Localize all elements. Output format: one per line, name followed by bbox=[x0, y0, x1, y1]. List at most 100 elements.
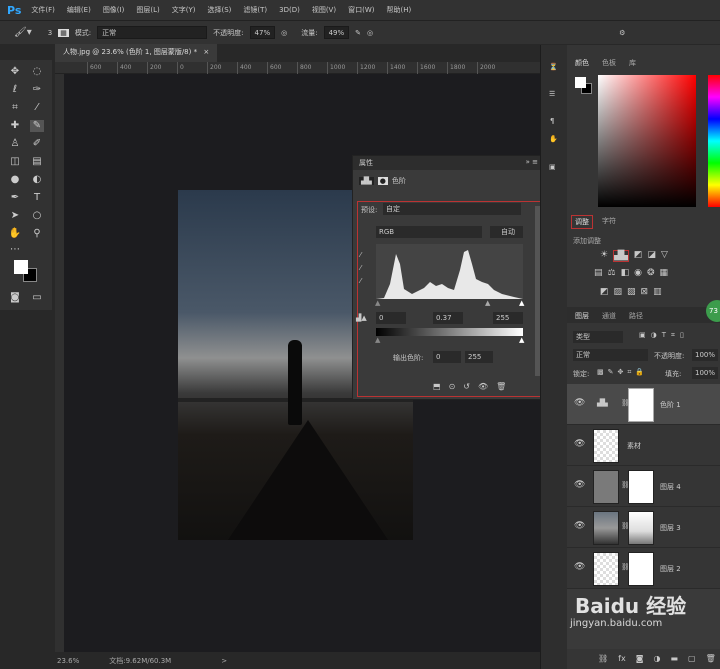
eye-icon[interactable]: 👁 bbox=[574, 439, 585, 449]
layer-name[interactable]: 素材 bbox=[627, 441, 641, 451]
fx-icon[interactable]: fx bbox=[618, 654, 626, 663]
clip-to-layer-icon[interactable]: ⬒ bbox=[433, 382, 441, 391]
foreground-color-swatch[interactable] bbox=[14, 260, 28, 274]
eraser-tool-icon[interactable]: ◫ bbox=[8, 156, 22, 168]
new-group-icon[interactable]: ▬ bbox=[670, 654, 678, 663]
input-gamma-field[interactable]: 0.37 bbox=[433, 312, 463, 324]
menu-type[interactable]: 文字(Y) bbox=[172, 5, 196, 15]
output-black-slider[interactable]: ▲ bbox=[375, 336, 380, 344]
brightness-icon[interactable]: ☀ bbox=[600, 250, 608, 262]
type-tool-icon[interactable]: T bbox=[30, 192, 44, 204]
exposure-icon[interactable]: ◪ bbox=[647, 250, 656, 262]
threshold-icon[interactable]: ▧ bbox=[627, 287, 636, 297]
menu-image[interactable]: 图像(I) bbox=[103, 5, 125, 15]
pressure-opacity-icon[interactable]: ◎ bbox=[281, 29, 287, 37]
add-mask-icon[interactable]: ◙ bbox=[636, 654, 644, 663]
tab-paths[interactable]: 路径 bbox=[629, 311, 643, 321]
screen-mode-icon[interactable]: ▭ bbox=[30, 292, 44, 304]
blur-tool-icon[interactable]: ● bbox=[8, 174, 22, 186]
foreground-color[interactable] bbox=[575, 77, 586, 88]
menu-filter[interactable]: 滤镜(T) bbox=[243, 5, 267, 15]
layer-name[interactable]: 图层 3 bbox=[660, 523, 681, 533]
color-balance-icon[interactable]: ⚖ bbox=[608, 268, 616, 278]
move-tool-icon[interactable]: ✥ bbox=[8, 66, 22, 78]
document-tab[interactable]: 人物.jpg @ 23.6% (色阶 1, 图层蒙版/8) * × bbox=[55, 44, 217, 62]
menu-3d[interactable]: 3D(D) bbox=[279, 6, 300, 14]
layer-mask-thumb[interactable] bbox=[628, 552, 654, 586]
brush-size[interactable]: 3 bbox=[48, 29, 52, 37]
tab-channels[interactable]: 通道 bbox=[602, 311, 616, 321]
pressure-size-icon[interactable]: ◎ bbox=[367, 29, 373, 37]
eye-icon[interactable]: 👁 bbox=[574, 521, 585, 531]
healing-tool-icon[interactable]: ✚ bbox=[8, 120, 22, 132]
panel-menu-icon[interactable]: » ≡ bbox=[526, 158, 538, 166]
crop-tool-icon[interactable]: ⌗ bbox=[8, 102, 22, 114]
gray-eyedropper-icon[interactable]: ⁄ bbox=[360, 264, 361, 272]
layer-name[interactable]: 图层 2 bbox=[660, 564, 681, 574]
vibrance-icon[interactable]: ▽ bbox=[661, 250, 668, 262]
levels-icon[interactable]: ▟▙ bbox=[359, 177, 374, 185]
layer-opacity-input[interactable]: 100% bbox=[692, 349, 718, 361]
menu-window[interactable]: 窗口(W) bbox=[348, 5, 374, 15]
invert-icon[interactable]: ◩ bbox=[600, 287, 609, 297]
delete-layer-icon[interactable]: 🗑 bbox=[706, 654, 716, 663]
layer-row[interactable]: 👁 ▟▙ ⛓ 色阶 1 bbox=[567, 384, 720, 425]
path-select-icon[interactable]: ➤ bbox=[8, 210, 22, 222]
tab-libraries[interactable]: 库 bbox=[629, 58, 636, 68]
mask-icon[interactable]: ● bbox=[378, 177, 388, 185]
tab-swatches[interactable]: 色板 bbox=[602, 58, 616, 68]
input-white-field[interactable]: 255 bbox=[493, 312, 523, 324]
tab-color[interactable]: 颜色 bbox=[575, 58, 589, 68]
properties-icon[interactable]: ☰ bbox=[549, 90, 555, 98]
preset-select[interactable]: 自定 bbox=[383, 203, 521, 215]
layer-mask-thumb[interactable] bbox=[628, 511, 654, 545]
blend-mode-select[interactable]: 正常 bbox=[573, 349, 648, 361]
history-brush-icon[interactable]: ✐ bbox=[30, 138, 44, 150]
tab-adjustments[interactable]: 调整 bbox=[571, 215, 593, 229]
eyedropper-tool-icon[interactable]: ⁄ bbox=[30, 102, 44, 114]
layer-row[interactable]: 👁 素材 bbox=[567, 425, 720, 466]
menu-view[interactable]: 视图(V) bbox=[312, 5, 336, 15]
link-layers-icon[interactable]: ⛓ bbox=[598, 654, 608, 663]
hue-slider[interactable] bbox=[708, 75, 720, 207]
mode-select[interactable]: 正常 bbox=[97, 26, 207, 39]
paragraph-icon[interactable]: ¶ bbox=[550, 117, 554, 125]
color-lookup-icon[interactable]: ▦ bbox=[660, 268, 669, 278]
settings-icon[interactable]: ⚙ bbox=[619, 29, 625, 37]
output-black-field[interactable]: 0 bbox=[433, 351, 461, 363]
color-picker-field[interactable] bbox=[598, 75, 696, 207]
info-icon[interactable]: ▣ bbox=[549, 163, 556, 171]
menu-file[interactable]: 文件(F) bbox=[31, 5, 55, 15]
eye-icon[interactable]: 👁 bbox=[574, 480, 585, 490]
layer-row[interactable]: 👁 ⛓ 图层 3 bbox=[567, 507, 720, 548]
pen-tool-icon[interactable]: ✒ bbox=[8, 192, 22, 204]
tab-layers[interactable]: 图层 bbox=[575, 311, 589, 321]
reset-icon[interactable]: ↺ bbox=[463, 382, 470, 391]
more-tools-icon[interactable]: ⋯ bbox=[8, 244, 22, 256]
ellipse-tool-icon[interactable]: ○ bbox=[30, 210, 44, 222]
menu-layer[interactable]: 图层(L) bbox=[136, 5, 159, 15]
stamp-tool-icon[interactable]: ♙ bbox=[8, 138, 22, 150]
levels-adjust-icon[interactable]: ▟▙ bbox=[613, 250, 629, 262]
zoom-tool-icon[interactable]: ⚲ bbox=[30, 228, 44, 240]
quick-select-tool-icon[interactable]: ✑ bbox=[30, 84, 44, 96]
posterize-icon[interactable]: ▨ bbox=[614, 287, 623, 297]
hue-sat-icon[interactable]: ▤ bbox=[594, 268, 603, 278]
layer-name[interactable]: 色阶 1 bbox=[660, 400, 681, 410]
layer-row[interactable]: 👁 ⛓ 图层 2 bbox=[567, 548, 720, 589]
airbrush-icon[interactable]: ✎ bbox=[355, 29, 361, 37]
hand-tool-icon[interactable]: ✋ bbox=[8, 228, 22, 240]
clip-warning-icon[interactable]: ▟▲ bbox=[356, 314, 367, 322]
black-white-icon[interactable]: ◧ bbox=[621, 268, 630, 278]
fill-input[interactable]: 100% bbox=[692, 367, 718, 379]
brush-preset-icon[interactable]: 🖌▾ bbox=[14, 27, 32, 38]
close-tab-icon[interactable]: × bbox=[203, 48, 209, 56]
quick-mask-icon[interactable]: ◙ bbox=[8, 292, 22, 304]
menu-edit[interactable]: 编辑(E) bbox=[67, 5, 91, 15]
lock-icons[interactable]: ▩✎✥⌗🔒 bbox=[597, 368, 648, 377]
layer-filter-select[interactable]: 类型 bbox=[573, 331, 623, 343]
opacity-input[interactable]: 47% bbox=[250, 26, 276, 39]
photo-filter-icon[interactable]: ◉ bbox=[634, 268, 642, 278]
marquee-tool-icon[interactable]: ◌ bbox=[30, 66, 44, 78]
layer-mask-thumb[interactable] bbox=[628, 470, 654, 504]
